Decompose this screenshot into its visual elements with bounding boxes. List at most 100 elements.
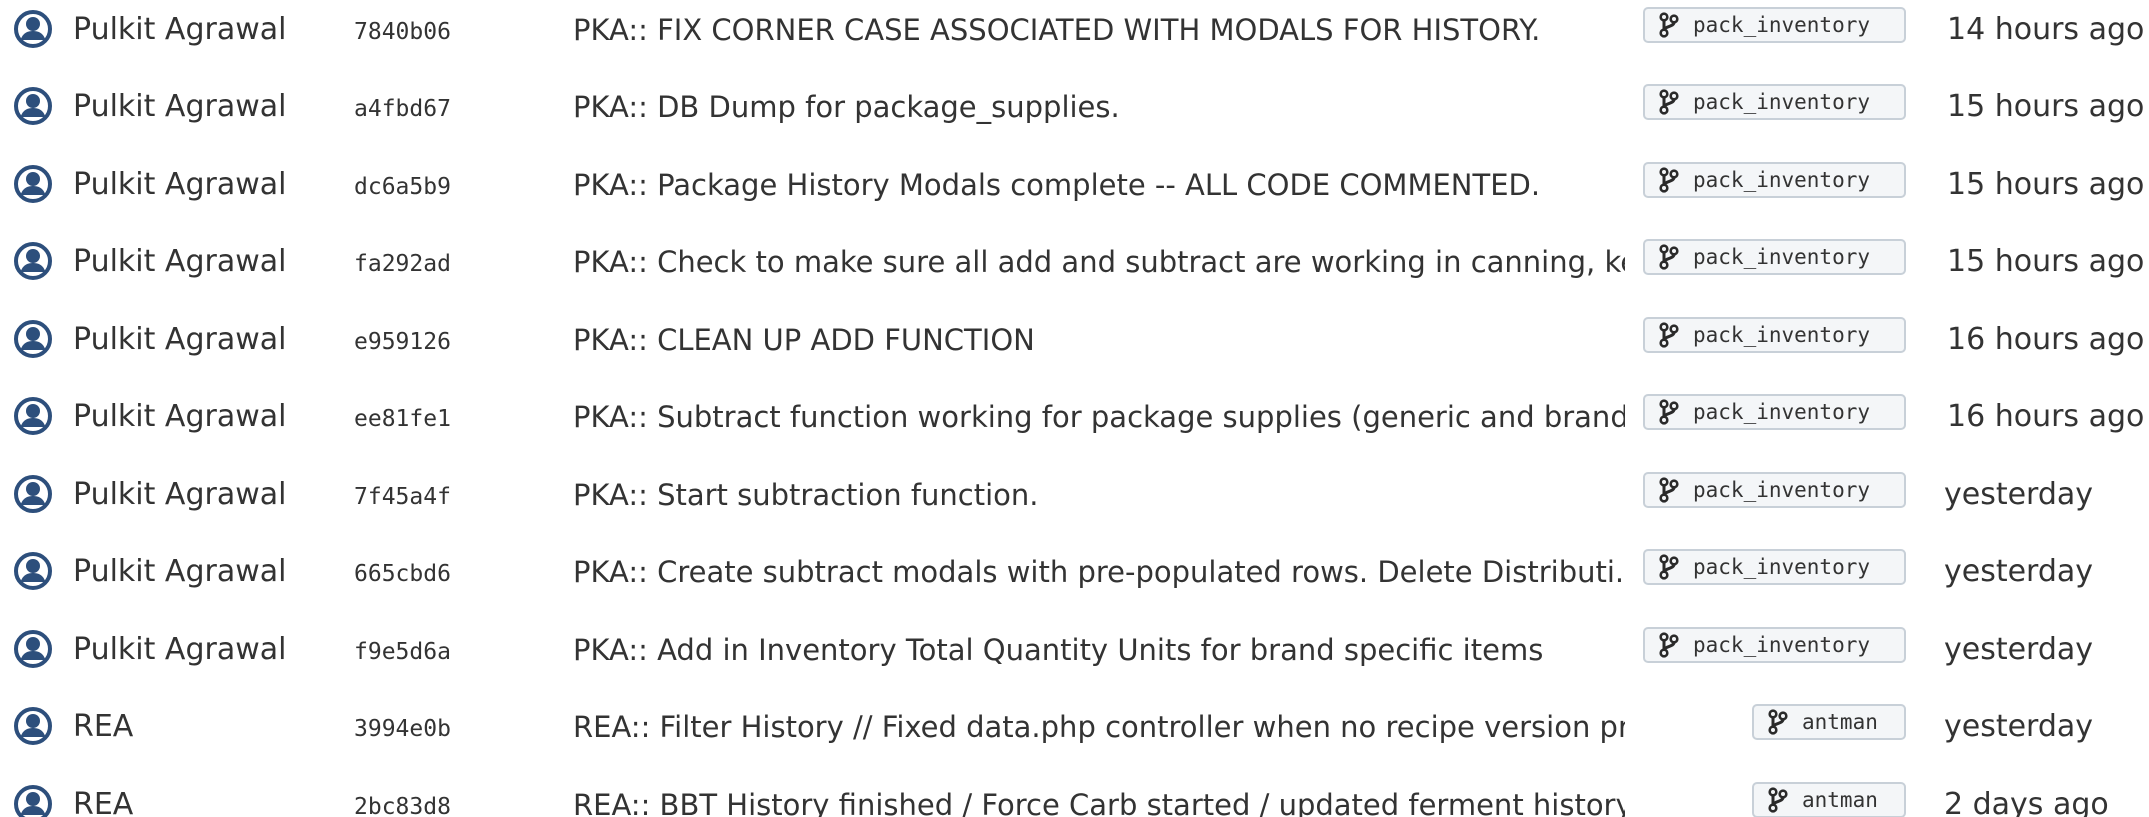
commit-time: 16 hours ago	[1947, 322, 2145, 357]
commit-time: 14 hours ago	[1947, 12, 2145, 47]
git-branch-icon	[1659, 554, 1679, 580]
commit-time: 15 hours ago	[1947, 244, 2145, 279]
branch-badge[interactable]: pack_inventory	[1643, 549, 1906, 585]
commit-message-link[interactable]: REA:: Filter History // Fixed data.php c…	[573, 707, 1625, 747]
commit-hash-link[interactable]: f9e5d6a	[354, 632, 451, 672]
commit-message-link[interactable]: PKA:: FIX CORNER CASE ASSOCIATED WITH MO…	[573, 10, 1625, 50]
user-avatar-icon[interactable]	[14, 707, 52, 745]
branch-badge[interactable]: pack_inventory	[1643, 394, 1906, 430]
git-branch-icon	[1659, 89, 1679, 115]
commit-author-link[interactable]: REA	[73, 785, 133, 817]
branch-name: pack_inventory	[1693, 13, 1871, 37]
commit-message-link[interactable]: PKA:: Subtract function working for pack…	[573, 397, 1625, 437]
git-branch-icon	[1659, 477, 1679, 503]
user-avatar-icon[interactable]	[14, 475, 52, 513]
commit-message-link[interactable]: PKA:: DB Dump for package_supplies.	[573, 87, 1625, 127]
commit-author-link[interactable]: Pulkit Agrawal	[73, 87, 286, 127]
branch-badge[interactable]: pack_inventory	[1643, 472, 1906, 508]
commit-time: 16 hours ago	[1947, 399, 2145, 434]
commit-message-link[interactable]: PKA:: Check to make sure all add and sub…	[573, 242, 1625, 282]
git-branch-icon	[1768, 787, 1788, 813]
user-avatar-icon[interactable]	[14, 552, 52, 590]
branch-name: antman	[1802, 710, 1878, 734]
git-branch-icon	[1659, 322, 1679, 348]
commit-message-link[interactable]: PKA:: Start subtraction function.	[573, 475, 1625, 515]
commit-row: Pulkit Agrawal e959126 PKA:: CLEAN UP ADD …	[0, 310, 2149, 370]
commit-row: Pulkit Agrawal 7840b06 PKA:: FIX CORNER CA…	[0, 0, 2149, 60]
branch-badge[interactable]: antman	[1752, 704, 1906, 740]
commit-author-link[interactable]: Pulkit Agrawal	[73, 397, 286, 437]
commit-time: 2 days ago	[1944, 787, 2109, 817]
branch-name: pack_inventory	[1693, 168, 1871, 192]
branch-badge[interactable]: pack_inventory	[1643, 239, 1906, 275]
branch-badge[interactable]: antman	[1752, 782, 1906, 817]
commit-time: yesterday	[1944, 709, 2094, 744]
commit-row: Pulkit Agrawal fa292ad PKA:: Check to make…	[0, 232, 2149, 292]
git-branch-icon	[1768, 709, 1788, 735]
branch-name: pack_inventory	[1693, 400, 1871, 424]
commit-list: Pulkit Agrawal 7840b06 PKA:: FIX CORNER CA…	[0, 0, 2149, 817]
user-avatar-icon[interactable]	[14, 87, 52, 125]
branch-badge[interactable]: pack_inventory	[1643, 7, 1906, 43]
commit-hash-link[interactable]: 2bc83d8	[354, 787, 451, 817]
user-avatar-icon[interactable]	[14, 320, 52, 358]
user-avatar-icon[interactable]	[14, 165, 52, 203]
commit-author-link[interactable]: Pulkit Agrawal	[73, 630, 286, 670]
branch-badge[interactable]: pack_inventory	[1643, 84, 1906, 120]
branch-badge[interactable]: pack_inventory	[1643, 317, 1906, 353]
commit-row: Pulkit Agrawal dc6a5b9 PKA:: Package Histo…	[0, 155, 2149, 215]
commit-hash-link[interactable]: a4fbd67	[354, 89, 451, 129]
user-avatar-icon[interactable]	[14, 397, 52, 435]
git-branch-icon	[1659, 399, 1679, 425]
commit-message-link[interactable]: PKA:: Create subtract modals with pre-po…	[573, 552, 1625, 592]
branch-name: pack_inventory	[1693, 478, 1871, 502]
commit-row: Pulkit Agrawal a4fbd67 PKA:: DB Dump for p…	[0, 77, 2149, 137]
commit-row: Pulkit Agrawal 7f45a4f PKA:: Start subtrac…	[0, 465, 2149, 525]
branch-badge[interactable]: pack_inventory	[1643, 162, 1906, 198]
branch-name: pack_inventory	[1693, 245, 1871, 269]
commit-message-link[interactable]: REA:: BBT History finished / Force Carb …	[573, 785, 1625, 817]
commit-hash-link[interactable]: 7f45a4f	[354, 477, 451, 517]
commit-hash-link[interactable]: fa292ad	[354, 244, 451, 284]
commit-time: 15 hours ago	[1947, 89, 2145, 124]
branch-name: pack_inventory	[1693, 323, 1871, 347]
git-branch-icon	[1659, 244, 1679, 270]
commit-hash-link[interactable]: 665cbd6	[354, 554, 451, 594]
user-avatar-icon[interactable]	[14, 242, 52, 280]
commit-hash-link[interactable]: dc6a5b9	[354, 167, 451, 207]
git-branch-icon	[1659, 632, 1679, 658]
commit-message-link[interactable]: PKA:: CLEAN UP ADD FUNCTION	[573, 320, 1625, 360]
branch-name: pack_inventory	[1693, 90, 1871, 114]
commit-row: Pulkit Agrawal f9e5d6a PKA:: Add in Invent…	[0, 620, 2149, 680]
commit-hash-link[interactable]: ee81fe1	[354, 399, 451, 439]
user-avatar-icon[interactable]	[14, 630, 52, 668]
commit-author-link[interactable]: Pulkit Agrawal	[73, 165, 286, 205]
commit-message-link[interactable]: PKA:: Package History Modals complete --…	[573, 165, 1625, 205]
commit-time: yesterday	[1944, 554, 2094, 589]
commit-time: yesterday	[1944, 632, 2094, 667]
commit-author-link[interactable]: Pulkit Agrawal	[73, 320, 286, 360]
commit-author-link[interactable]: Pulkit Agrawal	[73, 10, 286, 50]
branch-badge[interactable]: pack_inventory	[1643, 627, 1906, 663]
commit-author-link[interactable]: Pulkit Agrawal	[73, 552, 286, 592]
commit-hash-link[interactable]: e959126	[354, 322, 451, 362]
commit-time: 15 hours ago	[1947, 167, 2145, 202]
git-branch-icon	[1659, 167, 1679, 193]
commit-hash-link[interactable]: 7840b06	[354, 12, 451, 52]
commit-row: Pulkit Agrawal 665cbd6 PKA:: Create subtra…	[0, 542, 2149, 602]
branch-name: pack_inventory	[1693, 555, 1871, 579]
commit-row: REA 3994e0b REA:: Filter History // Fixed …	[0, 697, 2149, 757]
user-avatar-icon[interactable]	[14, 785, 52, 817]
commit-author-link[interactable]: Pulkit Agrawal	[73, 475, 286, 515]
commit-hash-link[interactable]: 3994e0b	[354, 709, 451, 749]
commit-message-link[interactable]: PKA:: Add in Inventory Total Quantity Un…	[573, 630, 1625, 670]
branch-name: antman	[1802, 788, 1878, 812]
branch-name: pack_inventory	[1693, 633, 1871, 657]
commit-row: REA 2bc83d8 REA:: BBT History finished / F…	[0, 775, 2149, 817]
user-avatar-icon[interactable]	[14, 10, 52, 48]
commit-author-link[interactable]: REA	[73, 707, 133, 747]
git-branch-icon	[1659, 12, 1679, 38]
commit-author-link[interactable]: Pulkit Agrawal	[73, 242, 286, 282]
commit-row: Pulkit Agrawal ee81fe1 PKA:: Subtract func…	[0, 387, 2149, 447]
commit-time: yesterday	[1944, 477, 2094, 512]
